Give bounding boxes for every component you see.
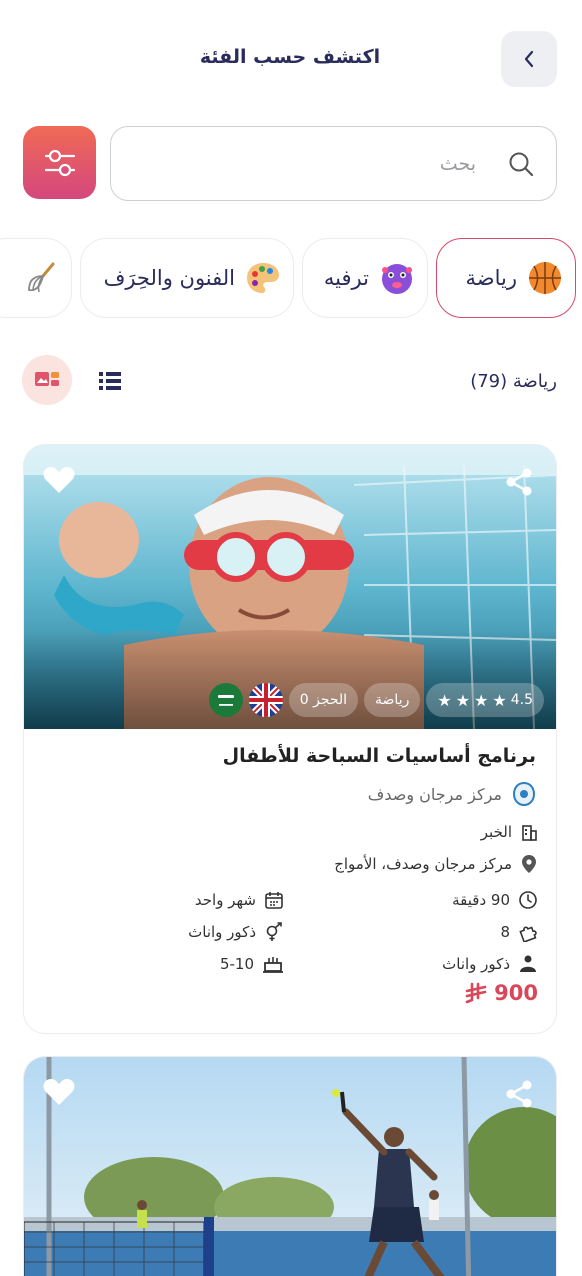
category-chip-cooking[interactable] (0, 238, 72, 318)
gender-row: ذكور واناث (188, 922, 284, 942)
category-badge: رياضة (364, 683, 421, 717)
puzzle-icon (519, 926, 537, 942)
results-bar: رياضة (79) (0, 355, 582, 407)
duration-row: 90 دقيقة (452, 890, 538, 910)
card-view-button[interactable] (22, 355, 72, 405)
activity-card[interactable]: 4.5 ★ ★ ★ ★ رياضة الحجز 0 برنامج أساسيات… (23, 444, 557, 1034)
rating-value: 4.5 (510, 692, 533, 708)
riyal-icon (465, 982, 487, 1004)
audience-row: ذكور واناث (442, 954, 538, 974)
category-chip-label: الفنون والحِرَف (103, 266, 235, 290)
image-grid-icon (35, 372, 59, 386)
building-icon (522, 825, 537, 841)
basketball-icon (527, 260, 563, 296)
provider: مركز مرجان وصدف (368, 781, 536, 807)
sliders-icon (44, 149, 75, 176)
results-count: رياضة (79) (470, 371, 557, 392)
search-box[interactable] (110, 126, 557, 201)
capacity-row: 8 (500, 922, 538, 942)
star-icon: ★ (474, 690, 489, 710)
city-name: الخبر (480, 823, 512, 841)
uk-flag-icon (248, 683, 283, 717)
duration-value: 90 دقيقة (452, 891, 510, 909)
ball-toy-icon (379, 260, 415, 296)
list-icon (99, 372, 121, 390)
whisk-icon (23, 260, 59, 296)
chevron-left-icon (524, 50, 534, 68)
card-title: برنامج أساسيات السباحة للأطفال (222, 745, 536, 767)
star-icon: ★ (437, 690, 452, 710)
category-chip-entertainment[interactable]: ترفيه (302, 238, 428, 318)
search-icon (509, 152, 534, 177)
heart-icon[interactable] (42, 465, 76, 499)
heart-icon[interactable] (42, 1077, 76, 1111)
palette-icon (245, 260, 281, 296)
share-icon[interactable] (504, 467, 534, 501)
period-row: شهر واحد (195, 890, 284, 910)
category-chip-arts[interactable]: الفنون والحِرَف (80, 238, 294, 318)
audience-value: ذكور واناث (442, 955, 510, 973)
capacity-value: 8 (500, 923, 510, 941)
city-row: الخبر (481, 823, 538, 841)
users-icon (520, 955, 536, 972)
gender-value: ذكور واناث (188, 923, 256, 941)
price: 900 (464, 981, 538, 1005)
list-view-button[interactable] (96, 367, 124, 395)
category-chip-sports[interactable]: رياضة (436, 238, 576, 318)
header: اكتشف حسب الفئة (0, 0, 582, 115)
clock-icon (519, 891, 537, 909)
rating-badge: 4.5 ★ ★ ★ ★ (426, 683, 544, 717)
filter-button[interactable] (23, 126, 96, 199)
age-row: 5-10 (220, 954, 284, 974)
location-name: مركز مرجان وصدف، الأمواج (334, 855, 512, 873)
search-input[interactable] (176, 147, 476, 181)
activity-card[interactable] (23, 1056, 557, 1276)
age-value: 5-10 (219, 955, 254, 973)
gender-icon (266, 922, 282, 941)
star-icon: ★ (455, 690, 471, 710)
category-chip-label: ترفيه (323, 266, 369, 290)
provider-logo-icon (512, 781, 536, 807)
star-icon: ★ (492, 690, 507, 710)
tennis-photo (24, 1057, 556, 1276)
page-title: اكتشف حسب الفئة (199, 46, 381, 68)
card-image (24, 1057, 556, 1276)
price-value: 900 (494, 981, 538, 1005)
saudi-flag-icon (208, 683, 243, 717)
provider-name: مركز مرجان وصدف (367, 784, 502, 804)
period-value: شهر واحد (194, 891, 256, 909)
location-pin-icon (522, 855, 536, 873)
category-chips: رياضة ترفيه الفنون والحِرَف (0, 238, 582, 320)
location-row: مركز مرجان وصدف، الأمواج (334, 854, 538, 874)
share-icon[interactable] (504, 1079, 534, 1113)
back-button[interactable] (501, 31, 557, 87)
card-image: 4.5 ★ ★ ★ ★ رياضة الحجز 0 (24, 445, 556, 729)
cake-icon (263, 957, 283, 973)
calendar-icon (265, 892, 283, 909)
card-badges: 4.5 ★ ★ ★ ★ رياضة الحجز 0 (208, 683, 544, 717)
booking-badge: الحجز 0 (288, 683, 359, 717)
category-chip-label: رياضة (465, 266, 517, 290)
